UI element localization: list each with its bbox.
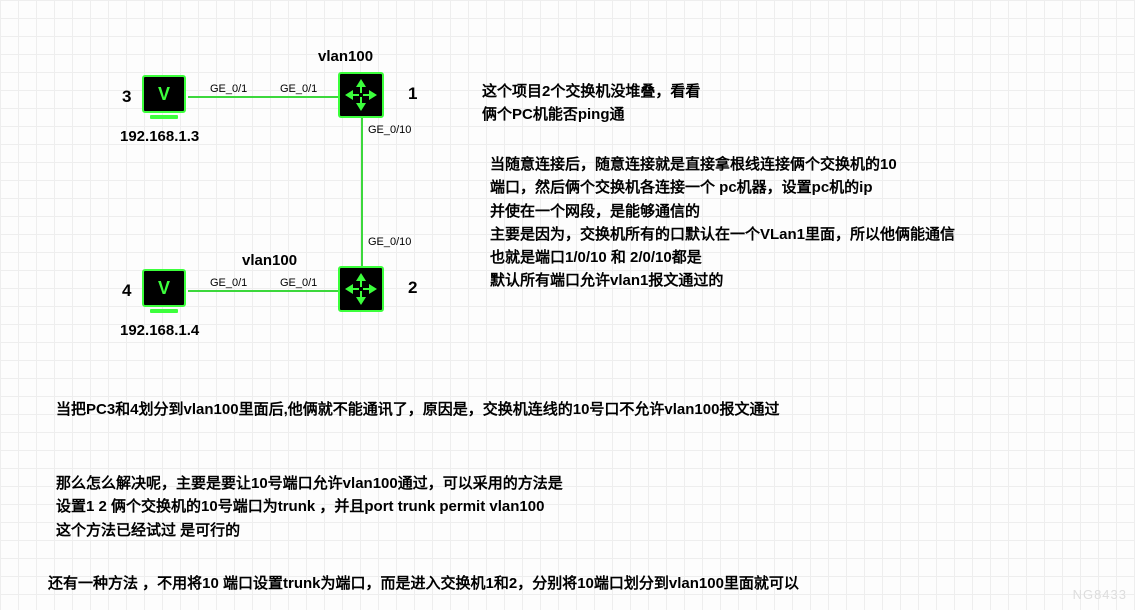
intro-line1: 这个项目2个交换机没堆叠，看看 — [482, 80, 700, 103]
intro-line2: 俩个PC机能否ping通 — [482, 103, 700, 126]
link-sw1-sw2 — [361, 118, 363, 268]
pc3-icon-letter: V — [158, 84, 170, 105]
para1-l3: 并使在一个网段，是能够通信的 — [490, 200, 955, 223]
para3-l1: 那么怎么解决呢，主要是要让10号端口允许vlan100通过，可以采用的方法是 — [56, 472, 563, 495]
para1-l2: 端口，然后俩个交换机各连接一个 pc机器，设置pc机的ip — [490, 176, 955, 199]
pc4-icon-letter: V — [158, 278, 170, 299]
sw2-icon[interactable] — [338, 266, 384, 312]
sw1-vlan-label: vlan100 — [318, 48, 373, 65]
switch-arrows-icon — [344, 78, 378, 112]
link-pc4-sw2 — [188, 290, 338, 292]
link-pc3-sw1 — [188, 96, 338, 98]
para1-l4: 主要是因为，交换机所有的口默认在一个VLan1里面，所以他俩能通信 — [490, 223, 955, 246]
paragraph1: 当随意连接后，随意连接就是直接拿根线连接俩个交换机的10 端口，然后俩个交换机各… — [490, 153, 955, 293]
sw1-port-down: GE_0/10 — [368, 124, 411, 136]
intro-text: 这个项目2个交换机没堆叠，看看 俩个PC机能否ping通 — [482, 80, 700, 127]
pc3-number: 3 — [122, 87, 131, 107]
pc4-icon[interactable]: V — [142, 269, 186, 307]
pc4-port: GE_0/1 — [210, 277, 247, 289]
para1-l1: 当随意连接后，随意连接就是直接拿根线连接俩个交换机的10 — [490, 153, 955, 176]
sw2-number: 2 — [408, 278, 417, 298]
pc3-port: GE_0/1 — [210, 83, 247, 95]
sw1-number: 1 — [408, 84, 417, 104]
sw2-port-left: GE_0/1 — [280, 277, 317, 289]
para4: 还有一种方法 ，不用将10 端口设置trunk为端口，而是进入交换机1和2，分别… — [48, 572, 799, 595]
pc4-ip: 192.168.1.4 — [120, 322, 199, 339]
para1-l5: 也就是端口1/0/10 和 2/0/10都是 — [490, 246, 955, 269]
watermark: NG8433 — [1073, 587, 1127, 602]
pc3-ip: 192.168.1.3 — [120, 128, 199, 145]
switch-arrows-icon — [344, 272, 378, 306]
para1-l6: 默认所有端口允许vlan1报文通过的 — [490, 269, 955, 292]
sw2-port-up: GE_0/10 — [368, 236, 411, 248]
pc3-icon[interactable]: V — [142, 75, 186, 113]
sw1-icon[interactable] — [338, 72, 384, 118]
para2: 当把PC3和4划分到vlan100里面后,他俩就不能通讯了，原因是，交换机连线的… — [56, 398, 779, 421]
sw2-vlan-label: vlan100 — [242, 252, 297, 269]
paragraph4: 还有一种方法 ，不用将10 端口设置trunk为端口，而是进入交换机1和2，分别… — [48, 572, 799, 595]
pc4-number: 4 — [122, 281, 131, 301]
paragraph2: 当把PC3和4划分到vlan100里面后,他俩就不能通讯了，原因是，交换机连线的… — [56, 398, 779, 421]
para3-l3: 这个方法已经试过 是可行的 — [56, 519, 563, 542]
paragraph3: 那么怎么解决呢，主要是要让10号端口允许vlan100通过，可以采用的方法是 设… — [56, 472, 563, 542]
para3-l2: 设置1 2 俩个交换机的10号端口为trunk ，并且port trunk pe… — [56, 495, 563, 518]
sw1-port-left: GE_0/1 — [280, 83, 317, 95]
